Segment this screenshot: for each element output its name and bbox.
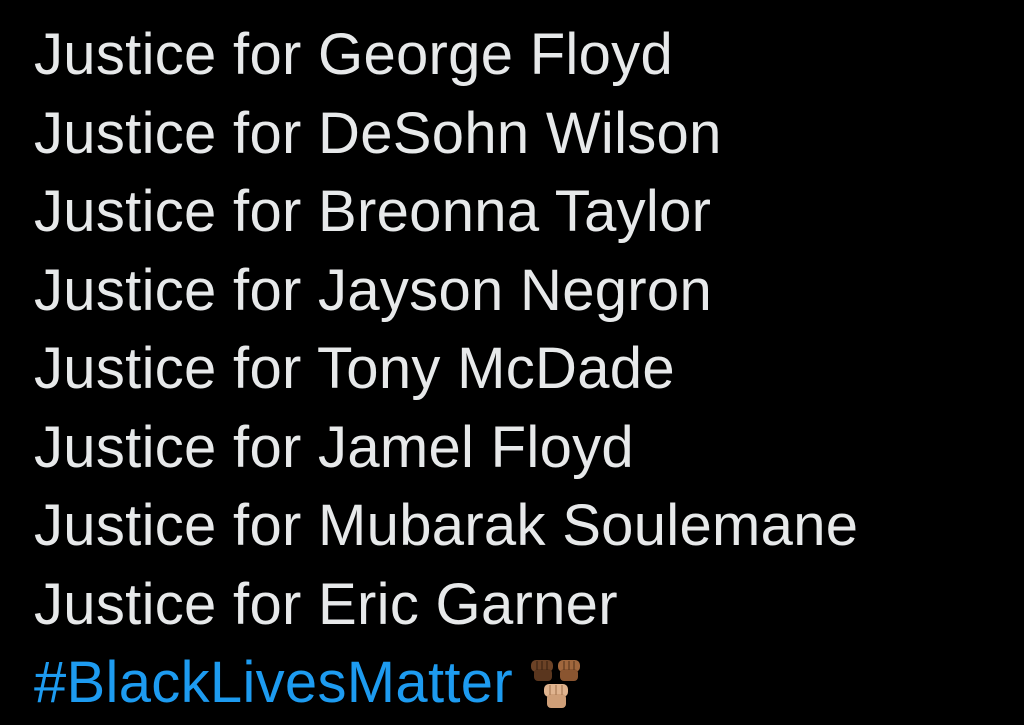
justice-line-breonna-taylor: Justice for Breonna Taylor xyxy=(34,179,712,244)
justice-line-eric-garner: Justice for Eric Garner xyxy=(34,571,618,637)
fist-medium-icon xyxy=(557,660,580,682)
hashtag-row: #BlackLivesMatter xyxy=(34,644,1014,723)
justice-line-jayson-negron: Justice for Jayson Negron xyxy=(34,257,713,323)
hashtag-link[interactable]: #BlackLivesMatter xyxy=(34,644,513,723)
justice-line-tony-mcdade: Justice for Tony McDade xyxy=(34,336,675,401)
fist-dark-icon xyxy=(530,660,553,682)
justice-line-jamel-floyd: Justice for Jamel Floyd xyxy=(34,414,634,480)
justice-line-mubarak-soulemane: Justice for Mubarak Soulemane xyxy=(34,493,859,558)
justice-line-desohn-wilson: Justice for DeSohn Wilson xyxy=(34,100,722,166)
raised-fists-emoji-icon xyxy=(527,654,585,712)
justice-line-george-floyd: Justice for George Floyd xyxy=(34,22,674,87)
fist-light-icon xyxy=(543,684,568,709)
post-text: Justice for George Floyd Justice for DeS… xyxy=(34,16,1014,723)
